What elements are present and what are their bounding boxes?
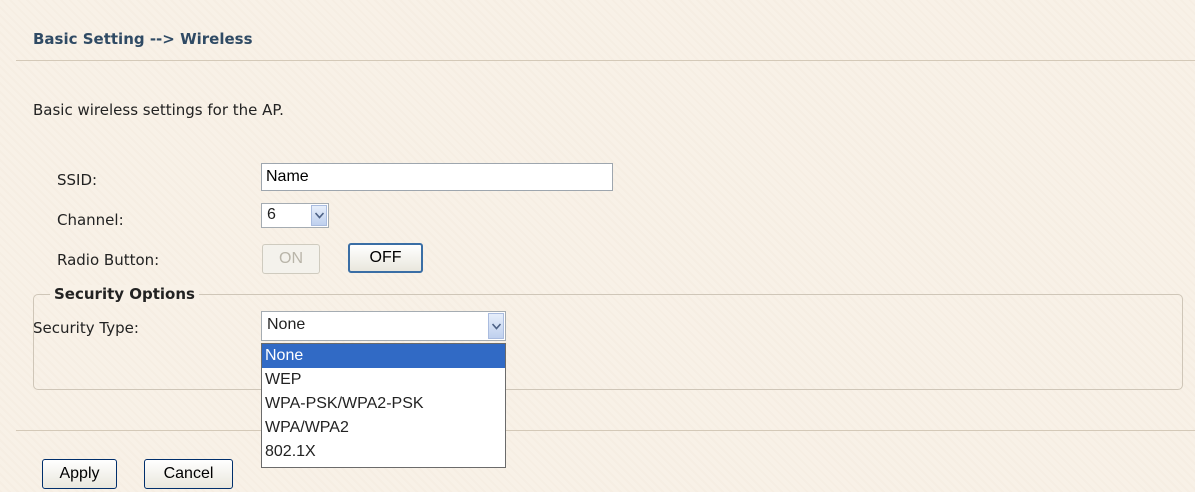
ssid-label: SSID: (57, 171, 98, 189)
security-type-label: Security Type: (33, 319, 139, 337)
page-description: Basic wireless settings for the AP. (33, 101, 284, 119)
radio-off-button[interactable]: OFF (348, 243, 423, 273)
chevron-down-icon[interactable] (311, 205, 327, 226)
footer-divider (16, 430, 1195, 431)
security-option-wep[interactable]: WEP (262, 368, 505, 392)
security-options-group (33, 294, 1183, 390)
security-type-select[interactable]: None (261, 311, 506, 341)
security-option-8021x[interactable]: 802.1X (262, 440, 505, 464)
channel-select[interactable]: 6 (261, 203, 329, 228)
chevron-down-icon[interactable] (488, 313, 504, 339)
channel-label: Channel: (57, 211, 124, 229)
page-title: Basic Setting --> Wireless (33, 30, 253, 48)
radio-button-label: Radio Button: (57, 251, 160, 269)
cancel-button[interactable]: Cancel (144, 459, 233, 489)
security-option-none[interactable]: None (262, 344, 505, 368)
security-type-dropdown-list: None WEP WPA-PSK/WPA2-PSK WPA/WPA2 802.1… (261, 343, 506, 468)
security-option-wpa-psk[interactable]: WPA-PSK/WPA2-PSK (262, 392, 505, 416)
security-options-legend: Security Options (50, 285, 199, 303)
ssid-input[interactable] (261, 163, 613, 191)
security-option-wpa[interactable]: WPA/WPA2 (262, 416, 505, 440)
apply-button[interactable]: Apply (42, 459, 117, 489)
header-divider (16, 60, 1195, 61)
radio-on-button[interactable]: ON (262, 244, 320, 274)
channel-select-value: 6 (267, 206, 276, 223)
security-type-value: None (267, 316, 306, 333)
